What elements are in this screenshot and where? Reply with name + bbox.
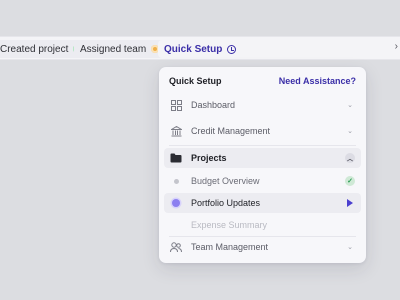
menu-item-projects[interactable]: Projects ︿ bbox=[164, 148, 361, 168]
progress-chip-bar: Created project Assigned team Quick Setu… bbox=[0, 36, 400, 60]
chevron-down-icon: ⌄ bbox=[347, 128, 353, 135]
menu-item-dashboard[interactable]: Dashboard ⌄ bbox=[164, 95, 361, 115]
chevron-down-icon: ⌄ bbox=[347, 244, 353, 251]
quick-setup-panel: Quick Setup Need Assistance? Dashboard ⌄… bbox=[159, 67, 366, 263]
need-assistance-link[interactable]: Need Assistance? bbox=[279, 76, 356, 86]
users-icon bbox=[169, 241, 183, 253]
bank-icon bbox=[169, 125, 183, 137]
subitem-label: Portfolio Updates bbox=[191, 198, 261, 208]
chip-assigned-team[interactable]: Assigned team bbox=[74, 40, 166, 58]
subitem-label: Expense Summary bbox=[191, 220, 268, 230]
menu-item-label: Credit Management bbox=[191, 126, 271, 136]
panel-title: Quick Setup bbox=[169, 76, 222, 86]
clock-icon bbox=[227, 44, 237, 54]
subitem-portfolio-updates[interactable]: Portfolio Updates bbox=[164, 193, 361, 213]
subitem-expense-summary: Expense Summary bbox=[164, 215, 361, 235]
bullet-icon bbox=[169, 178, 183, 184]
chevron-up-icon[interactable]: ︿ bbox=[345, 153, 355, 163]
current-step-icon bbox=[169, 199, 183, 207]
subitem-label: Budget Overview bbox=[191, 176, 260, 186]
folder-icon bbox=[169, 153, 183, 163]
subitem-budget-overview[interactable]: Budget Overview ✓ bbox=[164, 171, 361, 191]
menu-item-label: Team Management bbox=[191, 242, 269, 252]
chip-label: Created project bbox=[0, 43, 69, 55]
check-icon: ✓ bbox=[345, 176, 355, 186]
menu-item-label: Dashboard bbox=[191, 100, 236, 110]
chip-quick-setup[interactable]: Quick Setup bbox=[158, 40, 243, 58]
chevron-right-icon[interactable]: › bbox=[395, 41, 398, 52]
chevron-down-icon: ⌄ bbox=[347, 102, 353, 109]
play-icon[interactable] bbox=[347, 199, 353, 207]
menu-item-team-management[interactable]: Team Management ⌄ bbox=[164, 237, 361, 257]
menu-item-label: Projects bbox=[191, 153, 227, 163]
menu-item-credit-management[interactable]: Credit Management ⌄ bbox=[164, 121, 361, 141]
panel-header: Quick Setup Need Assistance? bbox=[169, 76, 356, 90]
grid-icon bbox=[169, 99, 183, 111]
chip-label: Quick Setup bbox=[164, 43, 223, 55]
divider bbox=[169, 145, 356, 146]
chip-label: Assigned team bbox=[80, 43, 147, 55]
